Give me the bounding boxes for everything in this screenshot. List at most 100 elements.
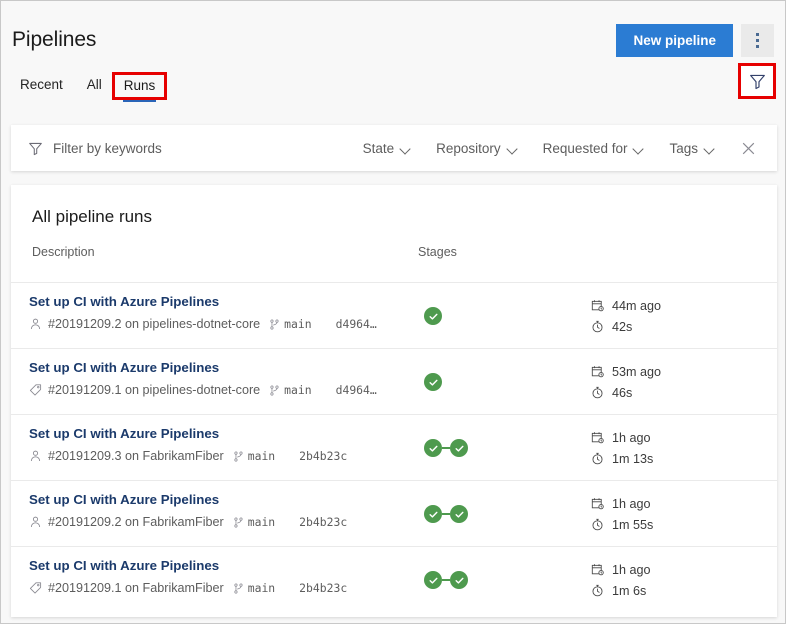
- stage-status-succeeded[interactable]: [424, 505, 442, 523]
- run-branch[interactable]: main: [284, 317, 311, 331]
- run-timing: 44m ago42s: [591, 283, 661, 349]
- run-when: 1h ago: [591, 563, 651, 577]
- run-branch[interactable]: main: [248, 515, 275, 529]
- pivot-tabbar: Recent All Runs: [8, 73, 165, 98]
- filter-dropdown-repository[interactable]: Repository: [436, 141, 519, 156]
- stage-status-succeeded[interactable]: [424, 439, 442, 457]
- run-metadata: #20191209.1 on FabrikamFiber main 2b4b23c: [29, 581, 347, 595]
- run-commit[interactable]: 2b4b23c: [299, 515, 347, 529]
- run-name-link[interactable]: Set up CI with Azure Pipelines: [29, 558, 219, 573]
- run-stages: [424, 481, 468, 547]
- run-name-link[interactable]: Set up CI with Azure Pipelines: [29, 360, 219, 375]
- branch-icon: [233, 450, 244, 463]
- run-timing: 1h ago 1m 6s: [591, 547, 651, 613]
- calendar-icon: [591, 431, 604, 444]
- more-actions-button[interactable]: [741, 24, 774, 57]
- check-icon: [428, 311, 439, 322]
- run-branch[interactable]: main: [248, 581, 275, 595]
- filter-dropdown-requested-for-label: Requested for: [543, 141, 628, 156]
- tab-runs[interactable]: Runs: [114, 74, 166, 98]
- clock-icon: [591, 584, 604, 597]
- calendar-icon: [591, 365, 604, 378]
- pipeline-runs-list: Set up CI with Azure Pipelines #20191209.…: [11, 283, 777, 613]
- filter-dropdown-requested-for[interactable]: Requested for: [543, 141, 646, 156]
- filter-dropdown-state[interactable]: State: [363, 141, 413, 156]
- calendar-icon: [591, 563, 604, 576]
- filter-dropdown-state-label: State: [363, 141, 395, 156]
- tag-icon: [29, 581, 42, 595]
- stage-status-succeeded[interactable]: [450, 439, 468, 457]
- run-branch[interactable]: main: [284, 383, 311, 397]
- branch-icon: [269, 384, 280, 397]
- branch-icon: [233, 582, 244, 595]
- run-stages: [424, 283, 442, 349]
- chevron-down-icon: [705, 145, 716, 152]
- check-icon: [428, 575, 439, 586]
- filter-dropdown-tags-label: Tags: [669, 141, 698, 156]
- branch-icon: [269, 318, 280, 331]
- close-icon: [740, 140, 757, 157]
- table-row[interactable]: Set up CI with Azure Pipelines #20191209.…: [11, 547, 777, 613]
- run-metadata: #20191209.1 on pipelines-dotnet-core main…: [29, 383, 377, 397]
- page-header: Pipelines Recent All Runs New pipeline: [1, 1, 785, 103]
- table-row[interactable]: Set up CI with Azure Pipelines #20191209.…: [11, 349, 777, 415]
- filter-toggle-button[interactable]: [738, 63, 776, 99]
- run-metadata: #20191209.2 on FabrikamFiber main 2b4b23c: [29, 515, 347, 529]
- run-build-number: #20191209.1 on FabrikamFiber: [48, 581, 224, 595]
- check-icon: [454, 443, 465, 454]
- calendar-icon: [591, 299, 604, 312]
- run-build-number: #20191209.2 on pipelines-dotnet-core: [48, 317, 260, 331]
- page-title: Pipelines: [12, 28, 96, 52]
- run-name-link[interactable]: Set up CI with Azure Pipelines: [29, 492, 219, 507]
- run-timing: 1h ago1m 13s: [591, 415, 653, 481]
- pipeline-runs-card: All pipeline runs Description Stages Set…: [11, 185, 777, 617]
- keyword-filter-input[interactable]: Filter by keywords: [28, 141, 363, 156]
- more-dot-icon: [756, 45, 759, 48]
- run-duration: 1m 6s: [591, 584, 651, 598]
- table-row[interactable]: Set up CI with Azure Pipelines #20191209.…: [11, 481, 777, 547]
- filter-dropdown-repository-label: Repository: [436, 141, 501, 156]
- branch-icon: [233, 516, 244, 529]
- run-name-link[interactable]: Set up CI with Azure Pipelines: [29, 294, 219, 309]
- stage-status-succeeded[interactable]: [424, 373, 442, 391]
- stage-status-succeeded[interactable]: [424, 571, 442, 589]
- tab-recent[interactable]: Recent: [8, 73, 75, 98]
- run-branch[interactable]: main: [248, 449, 275, 463]
- clock-icon: [591, 518, 604, 531]
- person-icon: [29, 515, 42, 529]
- pipelines-runs-page: Pipelines Recent All Runs New pipeline: [0, 0, 786, 624]
- tag-icon: [29, 383, 42, 397]
- chevron-down-icon: [401, 145, 412, 152]
- run-commit[interactable]: d4964…: [336, 317, 377, 331]
- stage-status-succeeded[interactable]: [450, 571, 468, 589]
- run-name-link[interactable]: Set up CI with Azure Pipelines: [29, 426, 219, 441]
- run-commit[interactable]: 2b4b23c: [299, 449, 347, 463]
- filter-dropdown-tags[interactable]: Tags: [669, 141, 716, 156]
- check-icon: [428, 509, 439, 520]
- stage-status-succeeded[interactable]: [424, 307, 442, 325]
- filter-bar: Filter by keywords State Repository Requ…: [11, 125, 777, 171]
- clock-icon: [591, 452, 604, 465]
- run-commit[interactable]: 2b4b23c: [299, 581, 347, 595]
- run-commit[interactable]: d4964…: [336, 383, 377, 397]
- table-row[interactable]: Set up CI with Azure Pipelines #20191209.…: [11, 415, 777, 481]
- stage-status-succeeded[interactable]: [450, 505, 468, 523]
- run-build-number: #20191209.1 on pipelines-dotnet-core: [48, 383, 260, 397]
- clear-filters-button[interactable]: [740, 140, 757, 157]
- table-row[interactable]: Set up CI with Azure Pipelines #20191209.…: [11, 283, 777, 349]
- check-icon: [454, 509, 465, 520]
- run-metadata: #20191209.3 on FabrikamFiber main 2b4b23c: [29, 449, 347, 463]
- stage-connector: [442, 447, 450, 449]
- run-duration: 1m 55s: [591, 518, 653, 532]
- person-icon: [29, 449, 42, 463]
- tab-recent-label: Recent: [20, 77, 63, 92]
- run-metadata: #20191209.2 on pipelines-dotnet-core main…: [29, 317, 377, 331]
- new-pipeline-button[interactable]: New pipeline: [616, 24, 733, 57]
- column-headers: Description Stages: [11, 241, 777, 283]
- tab-all[interactable]: All: [75, 73, 114, 98]
- run-build-number: #20191209.3 on FabrikamFiber: [48, 449, 224, 463]
- clock-icon: [591, 320, 604, 333]
- chevron-down-icon: [634, 145, 645, 152]
- run-build-number: #20191209.2 on FabrikamFiber: [48, 515, 224, 529]
- run-when: 1h ago: [591, 431, 653, 445]
